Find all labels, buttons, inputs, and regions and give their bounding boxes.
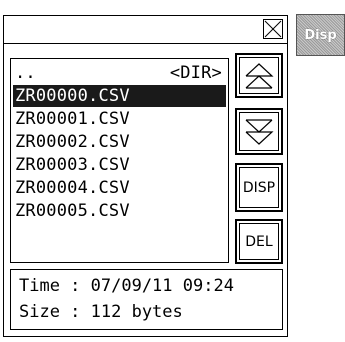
scroll-down-button[interactable] xyxy=(235,108,283,155)
list-item[interactable]: ZR00005.CSV xyxy=(13,200,226,222)
list-item[interactable]: ZR00004.CSV xyxy=(13,177,226,199)
list-item-parent-dir[interactable]: .. <DIR> xyxy=(13,62,226,84)
close-icon xyxy=(264,20,282,38)
file-list[interactable]: .. <DIR> ZR00000.CSV ZR00001.CSV ZR00002… xyxy=(10,58,229,263)
double-chevron-down-icon xyxy=(245,118,274,145)
double-chevron-up-icon xyxy=(245,62,274,89)
file-info-panel: Time : 07/09/11 09:24 Size : 112 bytes xyxy=(10,269,283,330)
delete-button-label: DEL xyxy=(239,223,279,260)
disp-tab-label: Disp xyxy=(304,27,337,43)
file-name: ZR00005.CSV xyxy=(15,201,130,221)
scroll-down-button-face xyxy=(239,112,279,151)
delete-button[interactable]: DEL xyxy=(235,219,283,264)
list-item[interactable]: ZR00003.CSV xyxy=(13,154,226,176)
scroll-up-button-face xyxy=(239,57,279,94)
disp-button[interactable]: DISP xyxy=(235,163,283,212)
title-bar xyxy=(4,16,287,44)
scroll-up-button[interactable] xyxy=(235,53,283,98)
dir-tag: <DIR> xyxy=(169,63,222,83)
file-name: ZR00000.CSV xyxy=(15,86,130,106)
close-button[interactable] xyxy=(263,19,283,39)
file-dialog: .. <DIR> ZR00000.CSV ZR00001.CSV ZR00002… xyxy=(3,15,288,337)
file-name: ZR00004.CSV xyxy=(15,178,130,198)
list-item[interactable]: ZR00001.CSV xyxy=(13,108,226,130)
file-name: ZR00001.CSV xyxy=(15,109,130,129)
list-item[interactable]: ZR00002.CSV xyxy=(13,131,226,153)
file-name: ZR00003.CSV xyxy=(15,155,130,175)
disp-tab[interactable]: Disp xyxy=(296,14,345,56)
list-item[interactable]: ZR00000.CSV xyxy=(13,85,226,107)
file-name: .. xyxy=(15,63,36,83)
disp-button-label: DISP xyxy=(239,167,279,208)
file-name: ZR00002.CSV xyxy=(15,132,130,152)
file-time: Time : 07/09/11 09:24 xyxy=(19,276,234,296)
file-size: Size : 112 bytes xyxy=(19,302,183,322)
